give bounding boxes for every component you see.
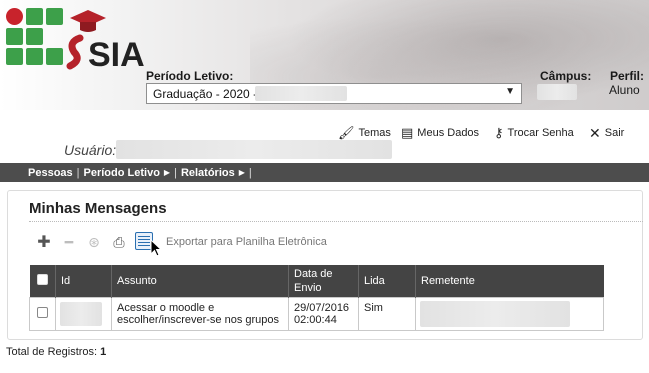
total-label: Total de Registros: (6, 346, 98, 358)
nav-separator: | (248, 166, 252, 179)
id-card-icon: ▤ (401, 125, 414, 140)
nav-item-label: Período Letivo (83, 166, 160, 179)
meus-dados-label: Meus Dados (417, 127, 480, 139)
usuario-label: Usuário: (64, 142, 117, 158)
redacted-campus (537, 84, 577, 100)
nav-separator: | (76, 166, 80, 179)
messages-table: Id Assunto Data de Envio Lida Remetente … (29, 265, 604, 331)
col-header-id[interactable]: Id (55, 265, 112, 298)
institution-logo (6, 8, 66, 72)
brush-icon: 🖌 (338, 125, 355, 140)
key-icon: ⚷ (494, 125, 504, 140)
nav-separator: | (174, 166, 177, 179)
row-checkbox[interactable] (37, 307, 48, 318)
col-header-data-envio[interactable]: Data de Envio (288, 265, 359, 298)
nav-item-label: Pessoas (28, 166, 73, 179)
periodo-select-value: Graduação - 2020 - (153, 87, 258, 101)
nav-item-pessoas[interactable]: Pessoas (28, 167, 73, 179)
campus-label: Câmpus: (540, 69, 592, 83)
nav-item-relatorios[interactable]: Relatórios ▶ (181, 167, 245, 179)
meus-dados-link[interactable]: ▤ Meus Dados (401, 124, 479, 142)
total-value: 1 (100, 346, 107, 358)
total-registros: Total de Registros: 1 (6, 346, 106, 358)
redacted-remetente (420, 301, 570, 327)
caret-right-icon: ▶ (163, 168, 171, 177)
select-all-header[interactable] (29, 265, 56, 298)
cell-remetente (415, 297, 604, 331)
svg-text:SIA: SIA (88, 36, 145, 70)
export-label: Exportar para Planilha Eletrônica (166, 236, 327, 248)
add-icon[interactable]: ✚ (33, 232, 55, 252)
pdf-icon[interactable]: ⎙ (108, 234, 130, 251)
select-all-checkbox[interactable] (36, 274, 48, 285)
grid-toolbar: ✚ ━ ⊛ ⎙ Exportar para Planilha Eletrônic… (33, 231, 327, 252)
sair-label: Sair (604, 127, 625, 139)
search-icon[interactable]: ⊛ (83, 234, 105, 251)
title-divider (29, 221, 643, 222)
mouse-cursor-icon (150, 238, 163, 261)
periodo-label: Período Letivo: (146, 69, 234, 83)
sia-logo: SIA (66, 8, 150, 74)
trocar-senha-label: Trocar Senha (507, 127, 574, 139)
nav-item-label: Relatórios (180, 166, 235, 179)
chevron-down-icon: ▼ (505, 86, 515, 97)
header-banner: SIA Período Letivo: Graduação - 2020 - ▼… (0, 0, 649, 110)
cell-assunto: Acessar o moodle e escolher/inscrever-se… (111, 297, 289, 331)
table-header-row: Id Assunto Data de Envio Lida Remetente (29, 265, 604, 298)
redacted-id (60, 302, 102, 326)
temas-link[interactable]: 🖌 Temas (338, 124, 391, 142)
col-header-lida[interactable]: Lida (358, 265, 416, 298)
close-icon: ✕ (589, 124, 601, 141)
nav-item-periodo-letivo[interactable]: Período Letivo ▶ (84, 167, 171, 179)
trocar-senha-link[interactable]: ⚷ Trocar Senha (494, 124, 574, 142)
col-header-remetente[interactable]: Remetente (415, 265, 604, 298)
row-select-cell[interactable] (29, 297, 56, 331)
periodo-select[interactable]: Graduação - 2020 - ▼ (146, 83, 522, 104)
table-row[interactable]: Acessar o moodle e escolher/inscrever-se… (29, 297, 604, 331)
main-nav: Pessoas | Período Letivo ▶ | Relatórios … (0, 163, 649, 182)
cell-id (55, 297, 112, 331)
caret-right-icon: ▶ (238, 168, 245, 177)
col-header-assunto[interactable]: Assunto (111, 265, 289, 298)
redacted-username (116, 140, 392, 159)
temas-label: Temas (358, 127, 391, 139)
sair-link[interactable]: ✕ Sair (589, 124, 624, 142)
page-title: Minhas Mensagens (29, 200, 167, 217)
redacted-periodo (255, 86, 347, 101)
perfil-value: Aluno (609, 83, 640, 97)
cell-lida: Sim (358, 297, 416, 331)
remove-icon[interactable]: ━ (58, 234, 80, 251)
perfil-label: Perfil: (610, 69, 645, 83)
cell-data-envio: 29/07/2016 02:00:44 (288, 297, 359, 331)
